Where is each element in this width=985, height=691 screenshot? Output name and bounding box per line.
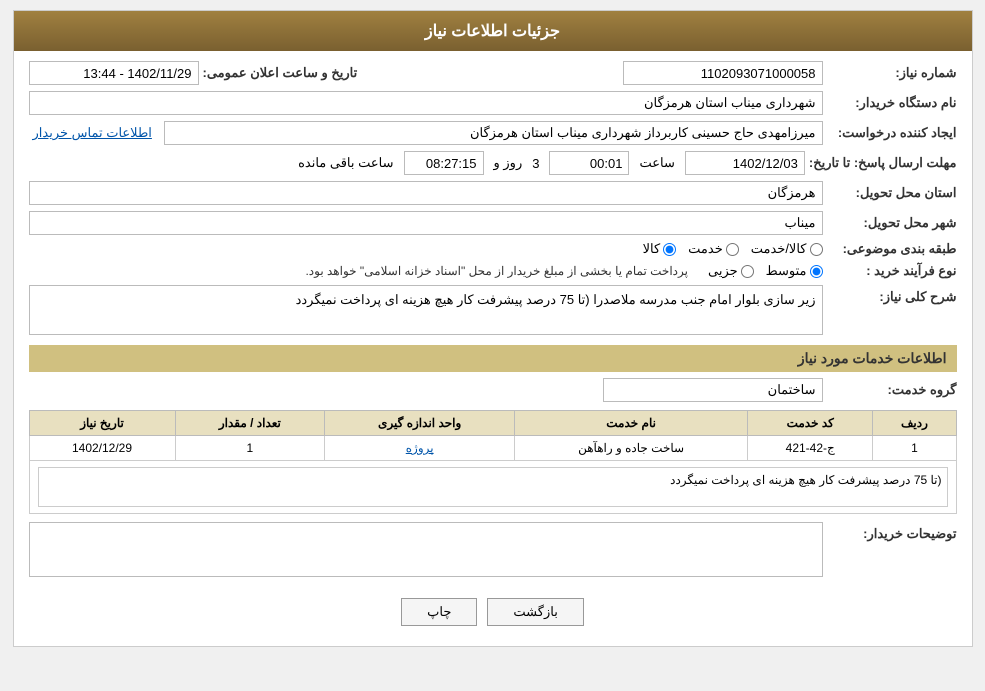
col-service-code: کد خدمت	[748, 411, 873, 436]
cell-service-name: ساخت جاده و راهآهن	[515, 436, 748, 461]
category-label-kala: کالا	[643, 241, 661, 257]
row-buyer-org: نام دستگاه خریدار: شهرداری میناب استان ه…	[29, 91, 957, 115]
row-service-group: گروه خدمت: ساختمان	[29, 378, 957, 402]
buyer-description-label: توضیحات خریدار:	[827, 526, 957, 542]
purchase-type-label-jozi: جزیی	[708, 263, 738, 279]
category-radio-kala[interactable]	[663, 243, 676, 256]
main-container: جزئیات اطلاعات نیاز شماره نیاز: 11020930…	[13, 10, 973, 647]
row-delivery-province: استان محل تحویل: هرمزگان	[29, 181, 957, 205]
purchase-type-label-motavasset: متوسط	[766, 263, 807, 279]
purchase-type-option-motavasset: متوسط	[766, 263, 823, 279]
category-option-khedmat: خدمت	[688, 241, 739, 257]
service-group-label: گروه خدمت:	[827, 382, 957, 398]
col-unit: واحد اندازه گیری	[325, 411, 515, 436]
response-time-field: 00:01	[549, 151, 629, 175]
row-creator: ایجاد کننده درخواست: میرزامهدی حاج حسینی…	[29, 121, 957, 145]
cell-quantity: 1	[175, 436, 325, 461]
service-group-value: ساختمان	[768, 382, 816, 398]
row-purchase-type: نوع فرآیند خرید : متوسط جزیی پرداخت تمام…	[29, 263, 957, 279]
need-number-label: شماره نیاز:	[827, 65, 957, 81]
creator-label: ایجاد کننده درخواست:	[827, 125, 957, 141]
service-table: ردیف کد خدمت نام خدمت واحد اندازه گیری ت…	[29, 410, 957, 514]
row-buyer-description: توضیحات خریدار:	[29, 522, 957, 577]
buyer-org-field: شهرداری میناب استان هرمزگان	[29, 91, 823, 115]
table-row: 1 ج-42-421 ساخت جاده و راهآهن پروژه 1 14…	[29, 436, 956, 461]
purchase-type-note: پرداخت تمام یا بخشی از مبلغ خریدار از مح…	[305, 264, 688, 278]
category-radio-khedmat[interactable]	[726, 243, 739, 256]
category-label-kala-khedmat: کالا/خدمت	[751, 241, 807, 257]
purchase-type-radio-jozi[interactable]	[741, 265, 754, 278]
need-description-label: شرح کلی نیاز:	[827, 289, 957, 305]
row-need-number: شماره نیاز: 1102093071000058 تاریخ و ساع…	[29, 61, 957, 85]
announcement-datetime-field: 1402/11/29 - 13:44	[29, 61, 199, 85]
content-area: شماره نیاز: 1102093071000058 تاریخ و ساع…	[14, 51, 972, 646]
need-number-field: 1102093071000058	[623, 61, 823, 85]
cell-need-date: 1402/12/29	[29, 436, 175, 461]
purchase-type-radio-motavasset[interactable]	[810, 265, 823, 278]
service-group-field: ساختمان	[603, 378, 823, 402]
category-radio-kala-khedmat[interactable]	[810, 243, 823, 256]
announcement-datetime-value: 1402/11/29 - 13:44	[83, 66, 191, 81]
response-time-value: 00:01	[590, 156, 623, 171]
services-section-title: اطلاعات خدمات مورد نیاز	[29, 345, 957, 372]
announcement-datetime-label: تاریخ و ساعت اعلان عمومی:	[203, 65, 358, 81]
footer-buttons: بازگشت چاپ	[29, 583, 957, 636]
back-button[interactable]: بازگشت	[487, 598, 583, 626]
category-label: طبقه بندی موضوعی:	[827, 241, 957, 257]
page-title: جزئیات اطلاعات نیاز	[425, 23, 560, 40]
cell-service-code: ج-42-421	[748, 436, 873, 461]
row-response-deadline: مهلت ارسال پاسخ: تا تاریخ: 1402/12/03 سا…	[29, 151, 957, 175]
need-description-value: زیر سازی بلوار امام جنب مدرسه ملاصدرا (ت…	[296, 292, 816, 307]
contact-link[interactable]: اطلاعات تماس خریدار	[33, 125, 152, 141]
need-number-value: 1102093071000058	[701, 66, 816, 81]
buyer-description-textarea[interactable]	[29, 522, 823, 577]
category-radio-group: کالا/خدمت خدمت کالا	[643, 241, 823, 257]
buyer-org-value: شهرداری میناب استان هرمزگان	[644, 95, 816, 111]
print-button[interactable]: چاپ	[401, 598, 477, 626]
days-value-span: 3	[532, 156, 539, 171]
cell-row-num: 1	[873, 436, 956, 461]
delivery-province-label: استان محل تحویل:	[827, 185, 957, 201]
remaining-time-label: ساعت باقی مانده	[298, 155, 393, 171]
cell-unit[interactable]: پروژه	[325, 436, 515, 461]
delivery-city-field: میناب	[29, 211, 823, 235]
remaining-time-field: 08:27:15	[404, 151, 484, 175]
delivery-province-field: هرمزگان	[29, 181, 823, 205]
col-need-date: تاریخ نیاز	[29, 411, 175, 436]
delivery-city-value: میناب	[784, 215, 815, 231]
category-option-kala: کالا	[643, 241, 677, 257]
table-header-row: ردیف کد خدمت نام خدمت واحد اندازه گیری ت…	[29, 411, 956, 436]
response-time-label: ساعت	[639, 155, 674, 171]
page-header: جزئیات اطلاعات نیاز	[14, 11, 972, 51]
row-category: طبقه بندی موضوعی: کالا/خدمت خدمت کالا	[29, 241, 957, 257]
remaining-time-value: 08:27:15	[426, 156, 477, 171]
col-quantity: تعداد / مقدار	[175, 411, 325, 436]
row-note-box: (تا 75 درصد پیشرفت کار هیچ هزینه ای پردا…	[38, 467, 948, 507]
col-service-name: نام خدمت	[515, 411, 748, 436]
row-delivery-city: شهر محل تحویل: میناب	[29, 211, 957, 235]
col-row-num: ردیف	[873, 411, 956, 436]
response-date-value: 1402/12/03	[733, 156, 798, 171]
row-need-description: شرح کلی نیاز: زیر سازی بلوار امام جنب مد…	[29, 285, 957, 335]
purchase-type-radio-group: متوسط جزیی	[708, 263, 823, 279]
delivery-city-label: شهر محل تحویل:	[827, 215, 957, 231]
purchase-type-option-jozi: جزیی	[708, 263, 754, 279]
creator-value: میرزامهدی حاج حسینی کاربرداز شهرداری مین…	[470, 125, 816, 141]
table-note-row: (تا 75 درصد پیشرفت کار هیچ هزینه ای پردا…	[29, 461, 956, 514]
row-note-text: (تا 75 درصد پیشرفت کار هیچ هزینه ای پردا…	[670, 473, 941, 487]
category-option-kala-khedmat: کالا/خدمت	[751, 241, 823, 257]
buyer-org-label: نام دستگاه خریدار:	[827, 95, 957, 111]
creator-field: میرزامهدی حاج حسینی کاربرداز شهرداری مین…	[164, 121, 823, 145]
response-date-field: 1402/12/03	[685, 151, 805, 175]
days-label-span: روز و	[494, 155, 523, 171]
response-deadline-label: مهلت ارسال پاسخ: تا تاریخ:	[809, 155, 957, 171]
category-label-khedmat: خدمت	[688, 241, 723, 257]
delivery-province-value: هرمزگان	[768, 185, 816, 201]
row-note-cell: (تا 75 درصد پیشرفت کار هیچ هزینه ای پردا…	[29, 461, 956, 514]
purchase-type-label: نوع فرآیند خرید :	[827, 263, 957, 279]
need-description-field: زیر سازی بلوار امام جنب مدرسه ملاصدرا (ت…	[29, 285, 823, 335]
